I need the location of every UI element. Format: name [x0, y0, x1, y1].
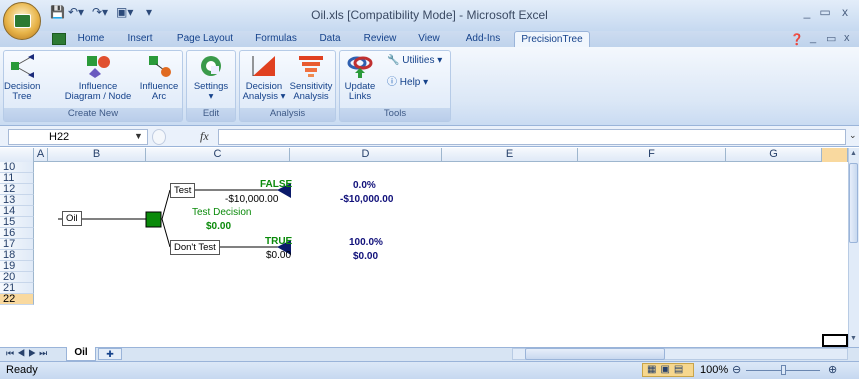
window-title: Oil.xls [Compatibility Mode] - Microsoft… [311, 8, 548, 22]
column-header-selected[interactable] [822, 148, 848, 162]
group-label: Tools [340, 108, 450, 121]
decision-analysis-button[interactable]: Decision Analysis ▾ [240, 52, 288, 108]
decision-node [145, 211, 162, 228]
vertical-scroll-thumb[interactable] [849, 163, 858, 243]
doc-minimize-button[interactable]: _ [810, 32, 816, 44]
decision-tree-diagram [58, 183, 291, 255]
expand-formula-bar-icon[interactable]: ⌄ [849, 130, 857, 141]
column-header[interactable]: B [48, 148, 146, 162]
bottom-branch-diagonal [161, 218, 171, 248]
decision-tree-button[interactable]: Decision Tree [4, 52, 40, 108]
probability-top: 0.0% [353, 180, 376, 191]
column-header[interactable]: D [290, 148, 442, 162]
name-box-dropdown-icon[interactable]: ▼ [134, 131, 143, 141]
influence-diagram-label-2: Diagram / Node [64, 91, 132, 102]
influence-diagram-icon [87, 56, 110, 78]
column-header[interactable]: E [442, 148, 578, 162]
influence-arc-icon [149, 56, 171, 77]
tab-insert[interactable]: Insert [124, 31, 156, 47]
zoom-slider-thumb[interactable] [781, 365, 786, 375]
settings-icon [201, 56, 221, 76]
sensitivity-analysis-label-2: Analysis [293, 91, 329, 102]
influence-arc-label-2: Arc [151, 91, 167, 102]
group-label: Edit [187, 108, 235, 121]
view-icons[interactable]: ▦▣▤ [647, 364, 687, 375]
decision-analysis-icon [252, 56, 275, 76]
branch-flag-bottom: TRUE [265, 236, 293, 247]
tab-add-ins[interactable]: Add-Ins [462, 31, 504, 47]
settings-label-2: ▾ [208, 91, 214, 102]
sheet-nav-icons[interactable]: ⏮◀▶⏭ [6, 348, 50, 359]
maximize-button[interactable]: ▭ [816, 5, 834, 21]
column-header[interactable]: G [726, 148, 822, 162]
insert-sheet-icon[interactable]: ✚ [98, 348, 122, 360]
utilities-button[interactable]: 🔧 Utilities ▾ [387, 55, 442, 66]
doc-restore-button[interactable]: ▭ [826, 32, 836, 45]
branch-value-bottom: $0.00 [266, 250, 292, 261]
decision-node-value: $0.00 [206, 221, 232, 232]
name-box[interactable]: H22 [8, 129, 148, 145]
minimize-button[interactable]: _ [798, 5, 816, 21]
wrench-icon: 🔧 [387, 55, 400, 66]
sensitivity-analysis-icon [299, 56, 323, 77]
top-branch-diagonal [161, 189, 171, 220]
column-header[interactable]: C [146, 148, 290, 162]
influence-arc-button[interactable]: Influence Arc [136, 52, 182, 108]
scroll-down-icon[interactable]: ▼ [849, 335, 858, 345]
formula-expand-icon[interactable] [152, 129, 166, 145]
column-header[interactable]: F [578, 148, 726, 162]
sensitivity-analysis-button[interactable]: Sensitivity Analysis [288, 52, 334, 108]
status-ready: Ready [6, 364, 38, 376]
tab-formulas[interactable]: Formulas [252, 31, 300, 47]
selected-cell[interactable] [822, 334, 848, 347]
excel-icon [52, 33, 66, 45]
update-links-icon [347, 56, 373, 78]
utilities-label: Utilities ▾ [402, 55, 443, 66]
zoom-level[interactable]: 100% [700, 364, 728, 376]
help-circle-icon: ⓘ [387, 77, 397, 88]
tab-home[interactable]: Home [72, 31, 110, 47]
row-header-selected[interactable]: 22 [0, 294, 34, 305]
formula-input[interactable] [218, 129, 846, 145]
settings-button[interactable]: Settings ▾ [188, 52, 234, 108]
tab-precisiontree[interactable]: PrecisionTree [514, 31, 590, 47]
group-label: Analysis [240, 108, 335, 121]
column-header[interactable]: A [34, 148, 48, 162]
doc-close-button[interactable]: x [844, 32, 850, 44]
insert-function-icon[interactable]: fx [200, 129, 214, 145]
horizontal-scroll-thumb[interactable] [525, 348, 665, 360]
decision-tree-label-2: Tree [12, 91, 32, 102]
decision-tree-icon [11, 54, 34, 78]
group-label: Create New [4, 108, 182, 121]
branch-flag-top: FALSE [260, 179, 293, 190]
office-logo-icon [14, 14, 31, 28]
update-links-label-2: Links [348, 91, 372, 102]
tab-page-layout[interactable]: Page Layout [174, 31, 236, 47]
office-button[interactable] [3, 2, 41, 40]
payoff-top: -$10,000.00 [340, 194, 394, 205]
decision-analysis-label-2: Analysis ▾ [242, 91, 286, 102]
sheet-tab-oil[interactable]: Oil [66, 347, 96, 361]
tab-review[interactable]: Review [360, 31, 400, 47]
payoff-bottom: $0.00 [353, 251, 379, 262]
select-all-corner[interactable] [0, 148, 34, 162]
probability-bottom: 100.0% [349, 237, 383, 248]
branch-name-bottom[interactable]: Don't Test [170, 240, 220, 255]
zoom-out-icon[interactable]: ⊖ [732, 363, 741, 376]
help-menu-button[interactable]: ⓘ Help ▾ [387, 73, 428, 88]
branch-name-top[interactable]: Test [170, 183, 196, 198]
decision-node-label: Test Decision [192, 207, 252, 218]
help-icon[interactable]: ❓ [790, 33, 804, 46]
influence-diagram-button[interactable]: Influence Diagram / Node [62, 52, 134, 108]
update-links-button[interactable]: Update Links [340, 52, 380, 108]
zoom-in-icon[interactable]: ⊕ [828, 363, 837, 376]
tab-data[interactable]: Data [315, 31, 345, 47]
close-button[interactable]: x [836, 5, 854, 21]
branch-value-top: -$10,000.00 [225, 194, 279, 205]
scroll-up-icon[interactable]: ▲ [849, 150, 858, 160]
root-node-label[interactable]: Oil [62, 211, 82, 226]
help-menu-label: Help ▾ [399, 77, 429, 88]
status-bar [0, 361, 859, 379]
tab-view[interactable]: View [414, 31, 444, 47]
